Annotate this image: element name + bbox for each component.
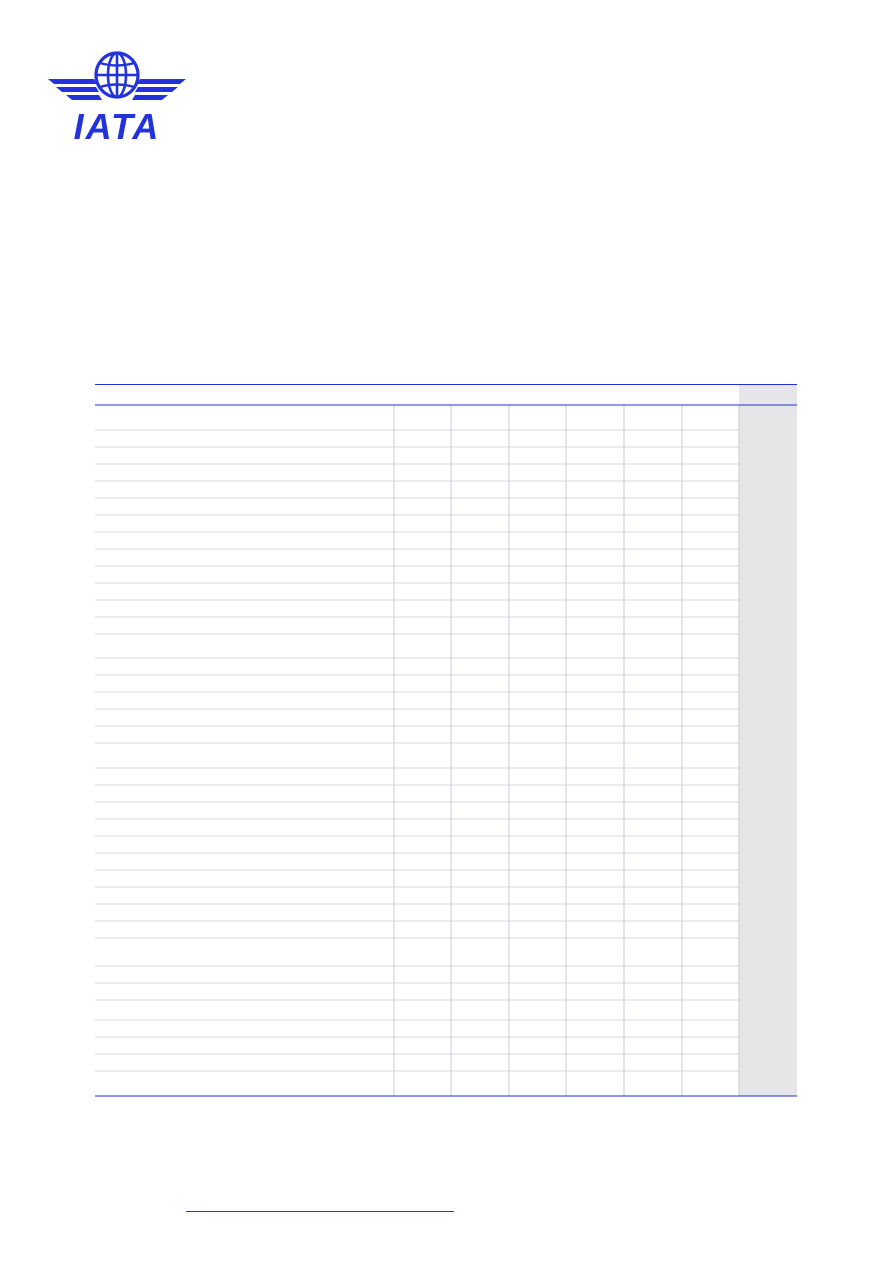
iata-logo: IATA [48,51,186,146]
logo-text: IATA [74,106,161,146]
footer-link[interactable] [186,1211,454,1212]
shaded-column [739,384,797,1096]
globe-icon [94,51,140,99]
data-table [95,384,797,1097]
